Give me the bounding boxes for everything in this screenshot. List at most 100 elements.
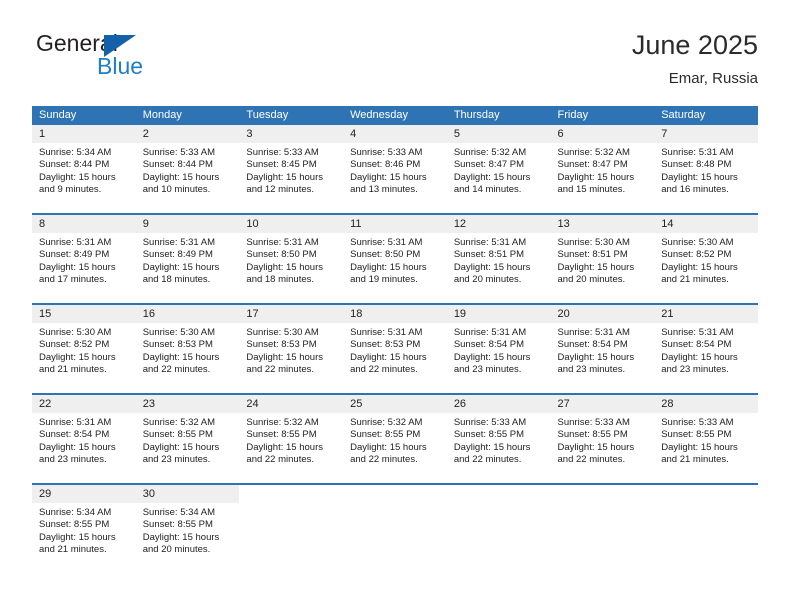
- daylight-duration-line1: Daylight: 15 hours: [246, 171, 323, 183]
- sunset-time: Sunset: 8:55 PM: [661, 429, 732, 441]
- day-cell[interactable]: 5 Sunrise: 5:32 AM Sunset: 8:47 PM Daylight…: [446, 125, 551, 213]
- sunset-time: Sunset: 8:55 PM: [557, 429, 628, 441]
- calendar-page: General Blue June 2025 Emar, Russia Sund…: [0, 0, 792, 612]
- day-number: 20: [550, 305, 655, 323]
- day-cell[interactable]: 24 Sunrise: 5:32 AM Sunset: 8:55 PM Dayligh…: [239, 395, 344, 483]
- sunset-time: Sunset: 8:46 PM: [350, 159, 421, 171]
- day-cell[interactable]: 11 Sunrise: 5:31 AM Sunset: 8:50 PM Dayligh…: [343, 215, 447, 303]
- day-number: 18: [343, 305, 447, 323]
- page-subtitle-location: Emar, Russia: [668, 70, 758, 87]
- sunrise-time: Sunrise: 5:31 AM: [661, 147, 734, 158]
- daylight-duration-line1: Daylight: 15 hours: [661, 171, 738, 183]
- day-number: 9: [135, 215, 240, 233]
- daylight-duration-line1: Daylight: 15 hours: [142, 261, 220, 273]
- daylight-duration-line2: and 9 minutes.: [39, 184, 102, 196]
- sunset-time: Sunset: 8:54 PM: [661, 339, 732, 351]
- day-cell[interactable]: 19 Sunrise: 5:31 AM Sunset: 8:54 PM Dayligh…: [446, 305, 551, 393]
- day-details: Sunrise: 5:32 AM Sunset: 8:47 PM Daylight:…: [551, 143, 655, 197]
- sunrise-time: Sunrise: 5:30 AM: [557, 237, 630, 248]
- day-number: 17: [239, 305, 344, 323]
- day-cell[interactable]: 14 Sunrise: 5:30 AM Sunset: 8:52 PM Dayligh…: [654, 215, 758, 303]
- calendar-week-row: 8 Sunrise: 5:31 AM Sunset: 8:49 PM Daylight…: [32, 213, 758, 303]
- day-cell[interactable]: 21 Sunrise: 5:31 AM Sunset: 8:54 PM Dayligh…: [654, 305, 758, 393]
- general-blue-logo: General Blue: [36, 30, 216, 88]
- sunrise-time: Sunrise: 5:30 AM: [661, 237, 734, 248]
- daylight-duration-line2: and 17 minutes.: [39, 274, 107, 286]
- daylight-duration-line1: Daylight: 15 hours: [39, 531, 116, 543]
- day-cell[interactable]: 16 Sunrise: 5:30 AM Sunset: 8:53 PM Dayligh…: [135, 305, 240, 393]
- day-number: 6: [550, 125, 655, 143]
- day-cell[interactable]: 7 Sunrise: 5:31 AM Sunset: 8:48 PM Daylight…: [654, 125, 758, 213]
- day-cell[interactable]: 13 Sunrise: 5:30 AM Sunset: 8:51 PM Dayligh…: [550, 215, 655, 303]
- sunrise-time: Sunrise: 5:30 AM: [142, 327, 216, 338]
- day-cell[interactable]: 27 Sunrise: 5:33 AM Sunset: 8:55 PM Dayligh…: [550, 395, 655, 483]
- day-number: 14: [654, 215, 758, 233]
- calendar-week-cells: 1 Sunrise: 5:34 AM Sunset: 8:44 PM Daylight…: [32, 125, 758, 213]
- day-cell[interactable]: 1 Sunrise: 5:34 AM Sunset: 8:44 PM Daylight…: [32, 125, 136, 213]
- sunrise-time: Sunrise: 5:34 AM: [142, 507, 216, 518]
- day-cell[interactable]: 20 Sunrise: 5:31 AM Sunset: 8:54 PM Dayligh…: [550, 305, 655, 393]
- day-details: Sunrise: 5:34 AM Sunset: 8:44 PM Daylight:…: [32, 143, 136, 197]
- day-details: Sunrise: 5:31 AM Sunset: 8:54 PM Daylight:…: [551, 323, 655, 377]
- day-details: Sunrise: 5:34 AM Sunset: 8:55 PM Daylight:…: [32, 503, 136, 557]
- daylight-duration-line2: and 22 minutes.: [350, 364, 418, 376]
- day-cell[interactable]: 17 Sunrise: 5:30 AM Sunset: 8:53 PM Dayligh…: [239, 305, 344, 393]
- day-number: 30: [135, 485, 240, 503]
- day-cell[interactable]: 10 Sunrise: 5:31 AM Sunset: 8:50 PM Dayligh…: [239, 215, 344, 303]
- sunset-time: Sunset: 8:49 PM: [39, 249, 110, 261]
- day-details: Sunrise: 5:31 AM Sunset: 8:51 PM Daylight:…: [447, 233, 551, 287]
- day-number: 2: [135, 125, 240, 143]
- daylight-duration-line1: Daylight: 15 hours: [350, 441, 427, 453]
- day-cell[interactable]: 3 Sunrise: 5:33 AM Sunset: 8:45 PM Daylight…: [239, 125, 344, 213]
- daylight-duration-line1: Daylight: 15 hours: [39, 171, 116, 183]
- day-details: Sunrise: 5:32 AM Sunset: 8:55 PM Daylight:…: [239, 413, 343, 467]
- sunset-time: Sunset: 8:55 PM: [142, 429, 213, 441]
- day-cell[interactable]: 6 Sunrise: 5:32 AM Sunset: 8:47 PM Daylight…: [550, 125, 655, 213]
- sunset-time: Sunset: 8:50 PM: [246, 249, 317, 261]
- day-cell[interactable]: 30 Sunrise: 5:34 AM Sunset: 8:55 PM Dayligh…: [135, 485, 240, 573]
- day-cell[interactable]: 26 Sunrise: 5:33 AM Sunset: 8:55 PM Dayligh…: [446, 395, 551, 483]
- daylight-duration-line2: and 22 minutes.: [453, 454, 522, 466]
- sunrise-time: Sunrise: 5:33 AM: [350, 147, 423, 158]
- day-cell[interactable]: 29 Sunrise: 5:34 AM Sunset: 8:55 PM Dayligh…: [32, 485, 136, 573]
- day-cell[interactable]: 18 Sunrise: 5:31 AM Sunset: 8:53 PM Dayligh…: [343, 305, 447, 393]
- sunrise-time: Sunrise: 5:32 AM: [142, 417, 216, 428]
- sunset-time: Sunset: 8:53 PM: [142, 339, 213, 351]
- sunrise-time: Sunrise: 5:33 AM: [142, 147, 216, 158]
- day-cell[interactable]: 28 Sunrise: 5:33 AM Sunset: 8:55 PM Dayligh…: [654, 395, 758, 483]
- daylight-duration-line1: Daylight: 15 hours: [39, 351, 116, 363]
- calendar-week-cells: 8 Sunrise: 5:31 AM Sunset: 8:49 PM Daylight…: [32, 215, 758, 303]
- day-cell[interactable]: 2 Sunrise: 5:33 AM Sunset: 8:44 PM Daylight…: [135, 125, 240, 213]
- day-cell[interactable]: 15 Sunrise: 5:30 AM Sunset: 8:52 PM Dayligh…: [32, 305, 136, 393]
- sunset-time: Sunset: 8:52 PM: [39, 339, 110, 351]
- daylight-duration-line2: and 22 minutes.: [246, 454, 315, 466]
- daylight-duration-line1: Daylight: 15 hours: [350, 261, 427, 273]
- day-details: Sunrise: 5:31 AM Sunset: 8:49 PM Daylight:…: [32, 233, 136, 287]
- daylight-duration-line1: Daylight: 15 hours: [453, 171, 531, 183]
- day-cell[interactable]: 4 Sunrise: 5:33 AM Sunset: 8:46 PM Daylight…: [343, 125, 447, 213]
- day-cell[interactable]: 23 Sunrise: 5:32 AM Sunset: 8:55 PM Dayligh…: [135, 395, 240, 483]
- daylight-duration-line2: and 23 minutes.: [453, 364, 522, 376]
- day-cell-empty: [446, 485, 551, 573]
- sunrise-time: Sunrise: 5:33 AM: [557, 417, 630, 428]
- day-cell[interactable]: 8 Sunrise: 5:31 AM Sunset: 8:49 PM Daylight…: [32, 215, 136, 303]
- day-cell[interactable]: 25 Sunrise: 5:32 AM Sunset: 8:55 PM Dayligh…: [343, 395, 447, 483]
- daylight-duration-line2: and 22 minutes.: [557, 454, 626, 466]
- day-details: Sunrise: 5:31 AM Sunset: 8:50 PM Daylight:…: [239, 233, 343, 287]
- day-cell[interactable]: 9 Sunrise: 5:31 AM Sunset: 8:49 PM Daylight…: [135, 215, 240, 303]
- sunrise-time: Sunrise: 5:32 AM: [246, 417, 319, 428]
- day-details: Sunrise: 5:32 AM Sunset: 8:55 PM Daylight:…: [343, 413, 447, 467]
- daylight-duration-line2: and 16 minutes.: [661, 184, 729, 196]
- day-details: Sunrise: 5:31 AM Sunset: 8:54 PM Daylight:…: [447, 323, 551, 377]
- daylight-duration-line1: Daylight: 15 hours: [350, 171, 427, 183]
- title-block: June 2025 Emar, Russia: [632, 28, 758, 90]
- sunrise-time: Sunrise: 5:31 AM: [453, 237, 527, 248]
- daylight-duration-line1: Daylight: 15 hours: [142, 441, 220, 453]
- sunset-time: Sunset: 8:51 PM: [453, 249, 525, 261]
- day-cell[interactable]: 12 Sunrise: 5:31 AM Sunset: 8:51 PM Dayligh…: [446, 215, 551, 303]
- sunset-time: Sunset: 8:53 PM: [246, 339, 317, 351]
- sunrise-time: Sunrise: 5:34 AM: [39, 147, 112, 158]
- day-number: 11: [343, 215, 447, 233]
- day-cell[interactable]: 22 Sunrise: 5:31 AM Sunset: 8:54 PM Dayligh…: [32, 395, 136, 483]
- sunrise-time: Sunrise: 5:34 AM: [39, 507, 112, 518]
